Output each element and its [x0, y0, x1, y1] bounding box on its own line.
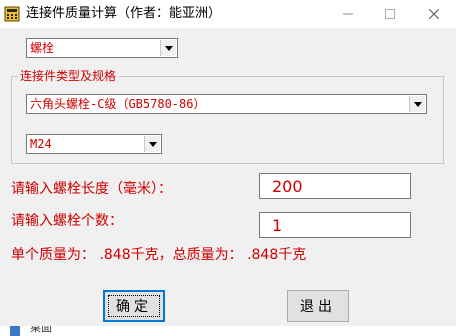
window-title: 连接件质量计算（作者：能亚洲）	[26, 6, 222, 21]
minimize-button[interactable]	[326, 0, 370, 28]
length-label: 请输入螺栓长度（毫米）：	[11, 181, 172, 197]
size-select[interactable]: M24	[26, 134, 162, 154]
standard-select[interactable]: 六角头螺栓-C级（GB5780-86）	[26, 94, 427, 114]
standard-value: 六角头螺栓-C级（GB5780-86）	[30, 97, 206, 111]
exit-button[interactable]: 退出	[287, 290, 349, 322]
desktop-icon	[10, 326, 20, 336]
maximize-icon	[385, 9, 395, 19]
close-button[interactable]	[412, 0, 456, 28]
chevron-down-icon[interactable]	[409, 96, 425, 112]
part-type-select[interactable]: 螺栓	[26, 38, 178, 58]
minimize-icon	[343, 13, 353, 15]
part-type-value: 螺栓	[30, 41, 55, 55]
maximize-button[interactable]	[368, 0, 412, 28]
title-bar: 连接件质量计算（作者：能亚洲）	[0, 0, 456, 28]
close-icon	[429, 9, 439, 19]
length-input[interactable]	[259, 173, 411, 199]
result-text: 单个质量为： .848千克，总质量为： .848千克	[11, 247, 307, 263]
count-input[interactable]	[259, 212, 411, 238]
taskbar-strip: 桌面	[0, 326, 456, 336]
ok-button[interactable]: 确定	[103, 290, 165, 322]
chevron-down-icon[interactable]	[160, 40, 176, 56]
chevron-down-icon[interactable]	[144, 136, 160, 152]
count-label: 请输入螺栓个数：	[11, 213, 123, 229]
focus-rect	[108, 295, 160, 317]
spec-group-label: 连接件类型及规格	[17, 68, 120, 84]
size-value: M24	[30, 137, 52, 151]
exit-button-label: 退出	[300, 299, 336, 315]
taskbar-text: 桌面	[30, 326, 52, 334]
calculator-app-icon	[4, 6, 20, 22]
